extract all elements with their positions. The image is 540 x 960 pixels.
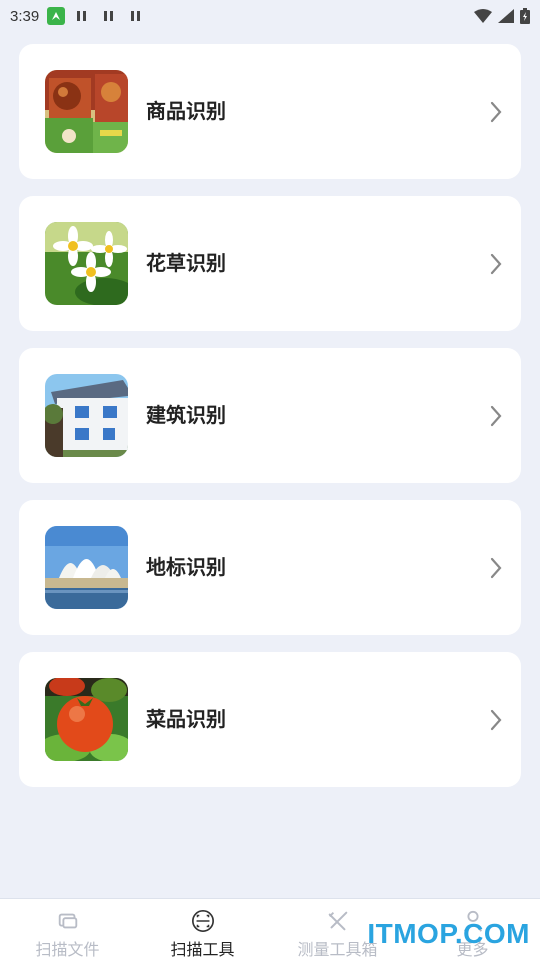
flower-photo-icon xyxy=(45,222,128,305)
card-label: 地标识别 xyxy=(146,555,226,579)
app-notification-icon xyxy=(47,7,66,25)
card-label: 花草识别 xyxy=(146,251,226,275)
landmark-photo-icon xyxy=(45,526,128,609)
pause-icon xyxy=(131,11,141,21)
nav-label: 扫描文件 xyxy=(35,940,100,959)
status-time: 3:39 xyxy=(10,7,40,25)
recognition-list: 商品识别 花草识别 建筑识别 地标识别 菜品识别 xyxy=(19,44,521,804)
pause-icon xyxy=(77,11,87,21)
chevron-right-icon xyxy=(490,709,502,731)
chevron-right-icon xyxy=(490,253,502,275)
dish-photo-icon xyxy=(45,678,128,761)
signal-icon xyxy=(498,9,514,23)
chevron-right-icon xyxy=(490,405,502,427)
building-photo-icon xyxy=(45,374,128,457)
product-photo-icon xyxy=(45,70,128,153)
card-building-recognition[interactable]: 建筑识别 xyxy=(19,348,521,483)
ruler-icon xyxy=(328,911,347,931)
card-dish-recognition[interactable]: 菜品识别 xyxy=(19,652,521,787)
battery-icon xyxy=(520,8,530,24)
chevron-right-icon xyxy=(490,557,502,579)
watermark: ITMOP.COM xyxy=(367,918,530,949)
status-bar: 3:39 xyxy=(0,0,540,32)
wifi-icon xyxy=(474,9,492,23)
status-indicators xyxy=(474,8,530,24)
card-landmark-recognition[interactable]: 地标识别 xyxy=(19,500,521,635)
nav-tab-scan-files[interactable]: 扫描文件 xyxy=(0,899,135,960)
nav-label: 扫描工具 xyxy=(170,940,235,959)
card-flower-recognition[interactable]: 花草识别 xyxy=(19,196,521,331)
card-label: 菜品识别 xyxy=(146,707,226,731)
card-product-recognition[interactable]: 商品识别 xyxy=(19,44,521,179)
chevron-right-icon xyxy=(490,101,502,123)
pause-icon xyxy=(104,11,114,21)
nav-label: 测量工具箱 xyxy=(297,940,378,959)
scan-icon xyxy=(191,910,214,932)
card-label: 建筑识别 xyxy=(146,403,226,427)
card-label: 商品识别 xyxy=(146,99,226,123)
nav-tab-scan-tools[interactable]: 扫描工具 xyxy=(135,899,270,960)
files-icon xyxy=(58,913,77,929)
